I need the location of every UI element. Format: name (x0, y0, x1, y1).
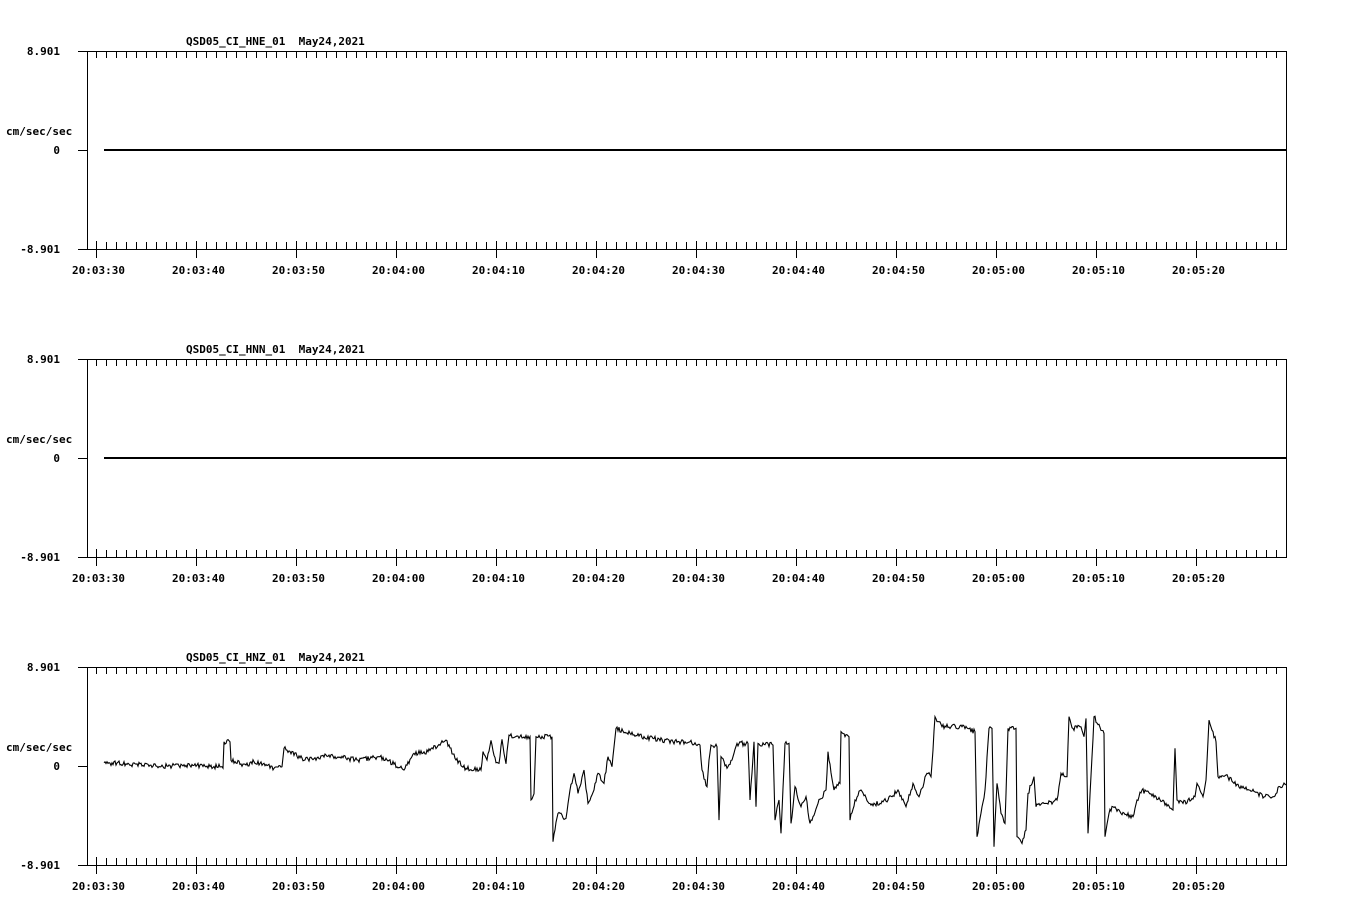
x-tick-label: 20:04:20 (572, 264, 625, 277)
x-tick-label: 20:04:10 (472, 264, 525, 277)
x-tick-label: 20:04:30 (672, 264, 725, 277)
y-tick-label: 8.901 (27, 661, 60, 674)
x-tick-label: 20:04:00 (372, 880, 425, 893)
x-tick-label: 20:04:00 (372, 264, 425, 277)
x-tick-label: 20:05:00 (972, 572, 1025, 585)
x-tick-label: 20:04:30 (672, 880, 725, 893)
x-tick-label: 20:05:20 (1172, 572, 1225, 585)
plot-frame (87, 667, 1287, 866)
y-tick-label: 0 (53, 452, 60, 465)
x-tick-label: 20:05:00 (972, 264, 1025, 277)
y-axis-label: cm/sec/sec (6, 125, 72, 138)
y-tick-label: 0 (53, 144, 60, 157)
x-tick-label: 20:04:50 (872, 880, 925, 893)
y-axis-label: cm/sec/sec (6, 741, 72, 754)
x-tick-label: 20:04:20 (572, 880, 625, 893)
panel-hne: QSD05_CI_HNE_01 May24,2021 cm/sec/sec 8.90… (6, 35, 1287, 277)
x-tick-label: 20:05:10 (1072, 880, 1125, 893)
panel-hnz: QSD05_CI_HNZ_01 May24,2021 cm/sec/sec 8.90… (6, 651, 1287, 893)
x-tick-label: 20:05:10 (1072, 572, 1125, 585)
x-tick-label: 20:04:40 (772, 572, 825, 585)
y-tick-label: -8.901 (20, 859, 60, 872)
x-tick-label: 20:04:40 (772, 264, 825, 277)
x-tick-label: 20:04:40 (772, 880, 825, 893)
x-tick-label: 20:03:30 (72, 572, 125, 585)
x-tick-label: 20:05:20 (1172, 264, 1225, 277)
x-tick-label: 20:04:10 (472, 880, 525, 893)
x-tick-label: 20:03:40 (172, 572, 225, 585)
waveform-trace-hnz (103, 714, 1287, 847)
x-tick-label: 20:04:50 (872, 264, 925, 277)
x-tick-label: 20:03:30 (72, 264, 125, 277)
x-tick-label: 20:03:30 (72, 880, 125, 893)
x-tick-label: 20:04:50 (872, 572, 925, 585)
x-tick-label: 20:04:00 (372, 572, 425, 585)
y-tick-label: 0 (53, 760, 60, 773)
panel-hnn: QSD05_CI_HNN_01 May24,2021 cm/sec/sec 8.90… (6, 343, 1287, 585)
x-tick-label: 20:03:50 (272, 572, 325, 585)
x-tick-label: 20:04:20 (572, 572, 625, 585)
panel-title: QSD05_CI_HNZ_01 May24,2021 (186, 651, 365, 664)
y-axis-label: cm/sec/sec (6, 433, 72, 446)
y-tick-label: 8.901 (27, 353, 60, 366)
y-tick-label: -8.901 (20, 243, 60, 256)
x-tick-label: 20:03:40 (172, 264, 225, 277)
x-tick-label: 20:05:10 (1072, 264, 1125, 277)
x-tick-label: 20:03:50 (272, 880, 325, 893)
x-tick-label: 20:03:50 (272, 264, 325, 277)
x-tick-label: 20:04:30 (672, 572, 725, 585)
panel-title: QSD05_CI_HNN_01 May24,2021 (186, 343, 365, 356)
y-tick-label: -8.901 (20, 551, 60, 564)
y-tick-label: 8.901 (27, 45, 60, 58)
x-tick-label: 20:05:20 (1172, 880, 1225, 893)
panel-title: QSD05_CI_HNE_01 May24,2021 (186, 35, 365, 48)
x-tick-label: 20:03:40 (172, 880, 225, 893)
x-tick-label: 20:05:00 (972, 880, 1025, 893)
seismogram-figure: QSD05_CI_HNE_01 May24,2021 cm/sec/sec 8.90… (6, 35, 1287, 893)
x-tick-label: 20:04:10 (472, 572, 525, 585)
